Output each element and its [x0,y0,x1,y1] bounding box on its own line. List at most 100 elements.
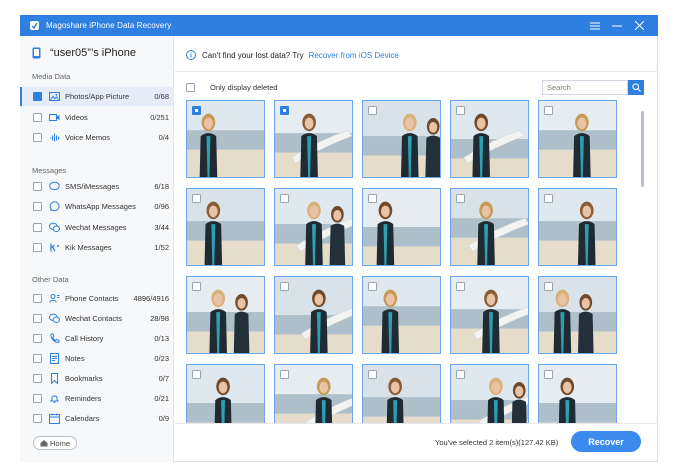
sidebar-item-checkbox[interactable] [33,394,42,403]
sidebar-item-calendars[interactable]: Calendars 0/9 [20,409,174,428]
sidebar-item-phone-contacts[interactable]: Phone Contacts 4896/4916 [20,289,174,308]
sidebar-item-videos[interactable]: Videos 0/251 [20,108,174,127]
sidebar-item-label: Phone Contacts [65,294,119,303]
sidebar-item-count: 0/96 [154,202,169,212]
sidebar-item-notes[interactable]: Notes 0/23 [20,349,174,368]
sidebar-item-count: 0/251 [150,112,169,122]
sidebar-item-whatsapp-messages[interactable]: WhatsApp Messages 0/96 [20,197,174,216]
menu-icon[interactable] [584,15,606,36]
photo-checkbox[interactable] [280,370,289,379]
photo-checkbox[interactable] [456,106,465,115]
photo-thumbnail[interactable] [450,100,529,178]
photo-thumbnail[interactable] [274,364,353,423]
sidebar-item-wechat-contacts[interactable]: Wechat Contacts 28/98 [20,309,174,328]
photo-checkbox[interactable] [280,106,289,115]
photo-thumbnail[interactable] [450,188,529,266]
sidebar-item-checkbox[interactable] [33,314,42,323]
sidebar-item-call-history[interactable]: Call History 0/13 [20,329,174,348]
photo-thumbnail[interactable] [274,276,353,354]
sidebar-item-kik-messages[interactable]: Kik Messages 1/52 [20,238,174,257]
sidebar-item-checkbox[interactable] [33,374,42,383]
search-button[interactable] [628,80,644,95]
notes-icon [50,353,59,364]
photo-checkbox[interactable] [192,194,201,203]
close-icon[interactable] [628,15,650,36]
only-deleted-filter[interactable]: Only display deleted [186,81,278,93]
photo-thumbnail[interactable] [538,100,617,178]
photo-thumbnail[interactable] [274,100,353,178]
sidebar-item-count: 4896/4916 [133,294,169,303]
photo-thumbnail[interactable] [538,188,617,266]
sidebar-item-count: 0/68 [154,92,169,101]
photo-checkbox[interactable] [192,282,201,291]
sidebar-item-label: Videos [65,112,88,122]
photo-thumbnail[interactable] [362,276,441,354]
photo-thumbnail[interactable] [186,364,265,423]
photo-checkbox[interactable] [192,106,201,115]
photo-thumbnail[interactable] [186,100,265,178]
kik-icon [50,243,59,252]
photo-thumbnail[interactable] [538,276,617,354]
sidebar-item-label: Calendars [65,414,100,423]
sidebar-item-bookmarks[interactable]: Bookmarks 0/7 [20,369,174,388]
photo-checkbox[interactable] [456,282,465,291]
only-deleted-checkbox[interactable] [186,82,195,92]
title-bar: Magoshare iPhone Data Recovery [20,15,658,36]
sidebar-item-checkbox[interactable] [33,334,42,343]
sidebar-item-checkbox[interactable] [33,182,42,191]
photo-checkbox[interactable] [544,282,553,291]
grid-scrollbar[interactable] [641,111,644,187]
minimize-icon[interactable] [606,15,628,36]
photo-thumbnail[interactable] [450,276,529,354]
photo-checkbox[interactable] [544,106,553,115]
section-messages: Messages [32,166,67,175]
photo-thumbnail[interactable] [538,364,617,423]
photo-checkbox[interactable] [368,370,377,379]
sidebar-item-count: 3/44 [154,222,169,232]
sidebar-item-checkbox[interactable] [33,92,42,101]
sidebar-item-checkbox[interactable] [33,222,42,232]
sidebar-item-checkbox[interactable] [33,414,42,423]
photo-checkbox[interactable] [192,370,201,379]
photo-thumbnail[interactable] [274,188,353,266]
photo-grid [186,100,636,423]
photo-thumbnail[interactable] [362,188,441,266]
device-name: “user05”’s iPhone [50,47,137,59]
sidebar-item-checkbox[interactable] [33,294,42,303]
photo-checkbox[interactable] [544,194,553,203]
section-other-data: Other Data [32,275,69,284]
recover-button[interactable]: Recover [571,431,641,452]
sidebar-item-count: 28/98 [150,314,169,323]
photo-thumbnail[interactable] [186,276,265,354]
info-icon [186,50,196,60]
photo-checkbox[interactable] [280,194,289,203]
photo-checkbox[interactable] [368,106,377,115]
photo-thumbnail[interactable] [450,364,529,423]
photo-checkbox[interactable] [368,282,377,291]
photo-thumbnail[interactable] [362,100,441,178]
home-button[interactable]: Home [33,436,77,450]
sidebar-item-wechat-messages[interactable]: Wechat Messages 3/44 [20,218,174,237]
photo-checkbox[interactable] [368,194,377,203]
photo-thumbnail[interactable] [186,188,265,266]
photo-checkbox[interactable] [544,370,553,379]
photo-checkbox[interactable] [456,194,465,203]
sidebar-item-checkbox[interactable] [33,133,42,142]
sidebar-item-sms-imessages[interactable]: SMS/iMessages 6/18 [20,177,174,196]
sidebar-item-photos-app-picture[interactable]: Photos/App Picture 0/68 [20,87,174,106]
sidebar-item-checkbox[interactable] [33,242,42,252]
photo-thumbnail[interactable] [362,364,441,423]
sidebar-item-count: 0/4 [158,133,169,142]
photo-checkbox[interactable] [280,282,289,291]
sidebar-item-reminders[interactable]: Reminders 0/21 [20,389,174,408]
iphone-icon [32,47,41,59]
sidebar-item-checkbox[interactable] [33,112,42,122]
chat-bubble-icon [49,181,60,191]
sidebar-item-label: Bookmarks [65,374,103,383]
search-input[interactable] [542,80,628,95]
sidebar-item-checkbox[interactable] [33,354,42,363]
photo-checkbox[interactable] [456,370,465,379]
recover-from-ios-link[interactable]: Recover from iOS Device [309,51,399,60]
sidebar-item-checkbox[interactable] [33,202,42,212]
sidebar-item-voice-memos[interactable]: Voice Memos 0/4 [20,128,174,147]
